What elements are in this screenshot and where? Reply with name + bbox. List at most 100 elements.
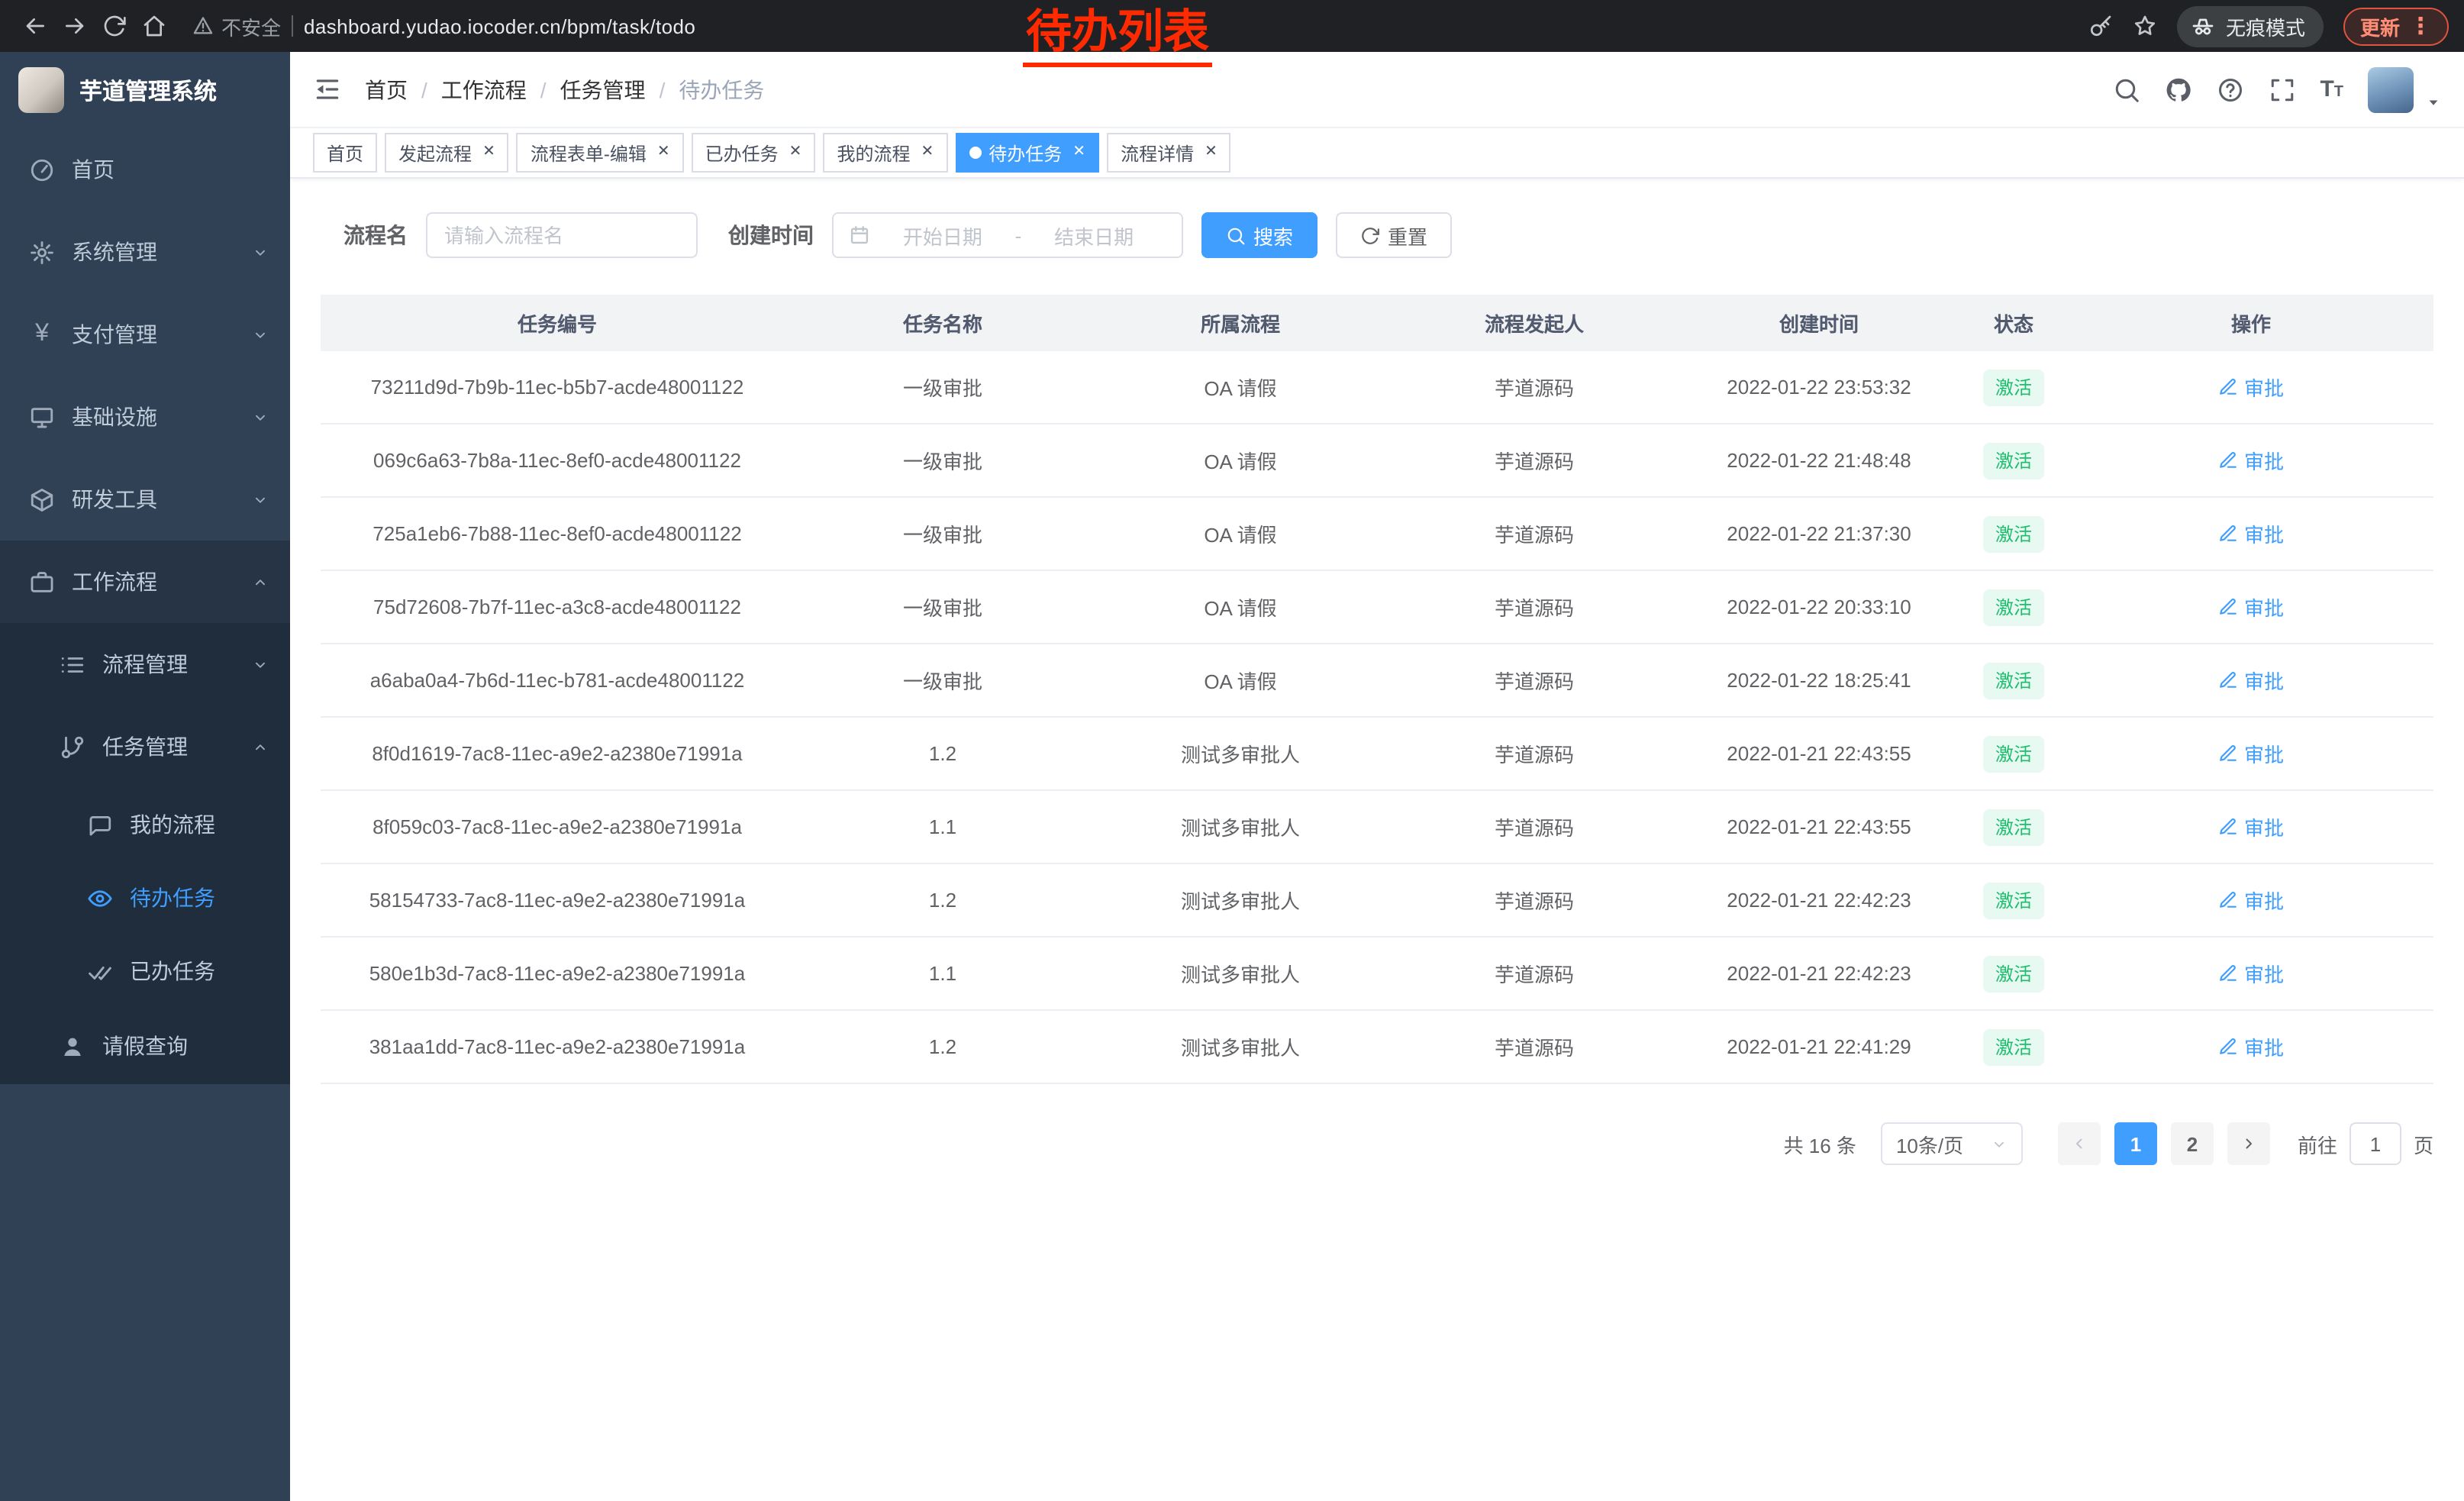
cell-process: 测试多审批人 <box>1092 718 1389 789</box>
sidebar-item-process-mgmt[interactable]: 流程管理 <box>0 623 290 705</box>
approve-link[interactable]: 审批 <box>2218 446 2284 475</box>
next-page-button[interactable] <box>2227 1122 2270 1165</box>
process-name-input[interactable] <box>426 212 698 258</box>
tag-start-process[interactable]: 发起流程 ✕ <box>385 133 509 173</box>
sidebar-item-workflow[interactable]: 工作流程 <box>0 541 290 623</box>
search-button[interactable]: 搜索 <box>1201 212 1317 258</box>
approve-link[interactable]: 审批 <box>2218 959 2284 988</box>
page-button-1[interactable]: 1 <box>2114 1122 2157 1165</box>
close-icon[interactable]: ✕ <box>1205 145 1217 160</box>
password-key-icon[interactable] <box>2088 14 2113 38</box>
sidebar-item-home[interactable]: 首页 <box>0 128 290 211</box>
goto-label: 前往 <box>2298 1129 2337 1158</box>
end-date-placeholder[interactable]: 结束日期 <box>1021 221 1166 250</box>
chevron-down-icon <box>252 656 269 673</box>
col-status: 状态 <box>1959 295 2069 351</box>
table-row: 8f059c03-7ac8-11ec-a9e2-a2380e71991a 1.1… <box>321 791 2433 864</box>
sidebar-item-infra[interactable]: 基础设施 <box>0 376 290 458</box>
status-badge: 激活 <box>1983 662 2044 699</box>
avatar-caret-icon[interactable] <box>2426 94 2441 109</box>
back-icon <box>23 14 47 38</box>
approve-link[interactable]: 审批 <box>2218 373 2284 402</box>
approve-link[interactable]: 审批 <box>2218 812 2284 841</box>
approve-link[interactable]: 审批 <box>2218 592 2284 621</box>
sidebar-item-leave-query[interactable]: 请假查询 <box>0 1008 290 1084</box>
close-icon[interactable]: ✕ <box>482 145 495 160</box>
breadcrumb-current: 待办任务 <box>679 74 764 105</box>
breadcrumb-workflow[interactable]: 工作流程 <box>441 74 527 105</box>
breadcrumb-home[interactable]: 首页 <box>365 74 408 105</box>
cell-initiator: 芋道源码 <box>1389 718 1679 789</box>
search-icon[interactable] <box>2112 76 2140 103</box>
incognito-icon <box>2191 14 2215 38</box>
kebab-menu-icon[interactable]: ⋮ <box>2409 15 2432 37</box>
edit-icon <box>2218 377 2238 397</box>
sidebar-item-payment[interactable]: ¥ 支付管理 <box>0 293 290 376</box>
url-text[interactable]: dashboard.yudao.iocoder.cn/bpm/task/todo <box>304 15 695 37</box>
cell-task-name: 1.2 <box>794 864 1092 936</box>
reset-button[interactable]: 重置 <box>1336 212 1452 258</box>
tag-home[interactable]: 首页 <box>313 133 377 173</box>
cell-create-time: 2022-01-22 21:37:30 <box>1679 498 1959 570</box>
cell-task-name: 1.1 <box>794 791 1092 863</box>
sidebar-item-task-mgmt[interactable]: 任务管理 <box>0 705 290 788</box>
approve-link[interactable]: 审批 <box>2218 1032 2284 1061</box>
user-avatar[interactable] <box>2368 66 2414 112</box>
sidebar-item-todo-tasks[interactable]: 待办任务 <box>0 861 290 934</box>
calendar-icon <box>849 224 870 246</box>
close-icon[interactable]: ✕ <box>1072 145 1085 160</box>
col-task-id: 任务编号 <box>321 295 794 351</box>
close-icon[interactable]: ✕ <box>921 145 934 160</box>
browser-reload-button[interactable] <box>95 6 134 46</box>
start-date-placeholder[interactable]: 开始日期 <box>870 221 1015 250</box>
breadcrumb-task-mgmt[interactable]: 任务管理 <box>560 74 646 105</box>
tag-process-detail[interactable]: 流程详情 ✕ <box>1107 133 1231 173</box>
sidebar-item-system[interactable]: 系统管理 <box>0 211 290 293</box>
fullscreen-icon[interactable] <box>2268 76 2295 103</box>
browser-forward-button[interactable] <box>55 6 95 46</box>
approve-link[interactable]: 审批 <box>2218 519 2284 548</box>
tag-todo-tasks[interactable]: 待办任务 ✕ <box>955 133 1099 173</box>
cell-task-name: 一级审批 <box>794 498 1092 570</box>
page-size-select[interactable]: 10条/页 <box>1881 1122 2023 1165</box>
cell-process: 测试多审批人 <box>1092 791 1389 863</box>
browser-update-button[interactable]: 更新 ⋮ <box>2343 7 2449 45</box>
edit-icon <box>2218 524 2238 544</box>
close-icon[interactable]: ✕ <box>789 145 802 160</box>
page-button-2[interactable]: 2 <box>2171 1122 2214 1165</box>
approve-link[interactable]: 审批 <box>2218 666 2284 695</box>
tag-done-tasks[interactable]: 已办任务 ✕ <box>692 133 816 173</box>
close-icon[interactable]: ✕ <box>657 145 670 160</box>
tag-form-edit[interactable]: 流程表单-编辑 ✕ <box>517 133 684 173</box>
edit-icon <box>2218 744 2238 763</box>
date-range-picker[interactable]: 开始日期 - 结束日期 <box>832 212 1183 258</box>
help-icon[interactable] <box>2216 76 2243 103</box>
browser-home-button[interactable] <box>134 6 174 46</box>
edit-icon <box>2218 817 2238 837</box>
address-bar[interactable]: 不安全 dashboard.yudao.iocoder.cn/bpm/task/… <box>192 11 695 40</box>
sidebar-item-devtools[interactable]: 研发工具 <box>0 458 290 541</box>
approve-link[interactable]: 审批 <box>2218 739 2284 768</box>
cell-task-name: 1.2 <box>794 718 1092 789</box>
top-navbar: 首页 / 工作流程 / 任务管理 / 待办任务 TT <box>290 52 2464 128</box>
cell-initiator: 芋道源码 <box>1389 791 1679 863</box>
sidebar-item-my-process[interactable]: 我的流程 <box>0 788 290 861</box>
bookmark-star-icon[interactable] <box>2133 14 2157 38</box>
security-status[interactable]: 不安全 <box>192 11 281 40</box>
sidebar-item-done-tasks[interactable]: 已办任务 <box>0 934 290 1008</box>
annotation-overlay: 待办列表 <box>1023 5 1212 66</box>
prev-page-button[interactable] <box>2058 1122 2101 1165</box>
sidebar-fold-icon[interactable] <box>313 75 342 104</box>
tag-my-process[interactable]: 我的流程 ✕ <box>823 133 947 173</box>
approve-link[interactable]: 审批 <box>2218 886 2284 915</box>
github-icon[interactable] <box>2164 76 2191 103</box>
cell-initiator: 芋道源码 <box>1389 1011 1679 1083</box>
cell-process: OA 请假 <box>1092 644 1389 716</box>
font-size-icon[interactable]: TT <box>2320 78 2343 101</box>
browser-back-button[interactable] <box>15 6 55 46</box>
cell-create-time: 2022-01-22 23:53:32 <box>1679 351 1959 423</box>
status-badge: 激活 <box>1983 882 2044 918</box>
cell-process: OA 请假 <box>1092 571 1389 643</box>
table-header: 任务编号 任务名称 所属流程 流程发起人 创建时间 状态 操作 <box>321 295 2433 351</box>
goto-page-input[interactable] <box>2350 1122 2401 1165</box>
